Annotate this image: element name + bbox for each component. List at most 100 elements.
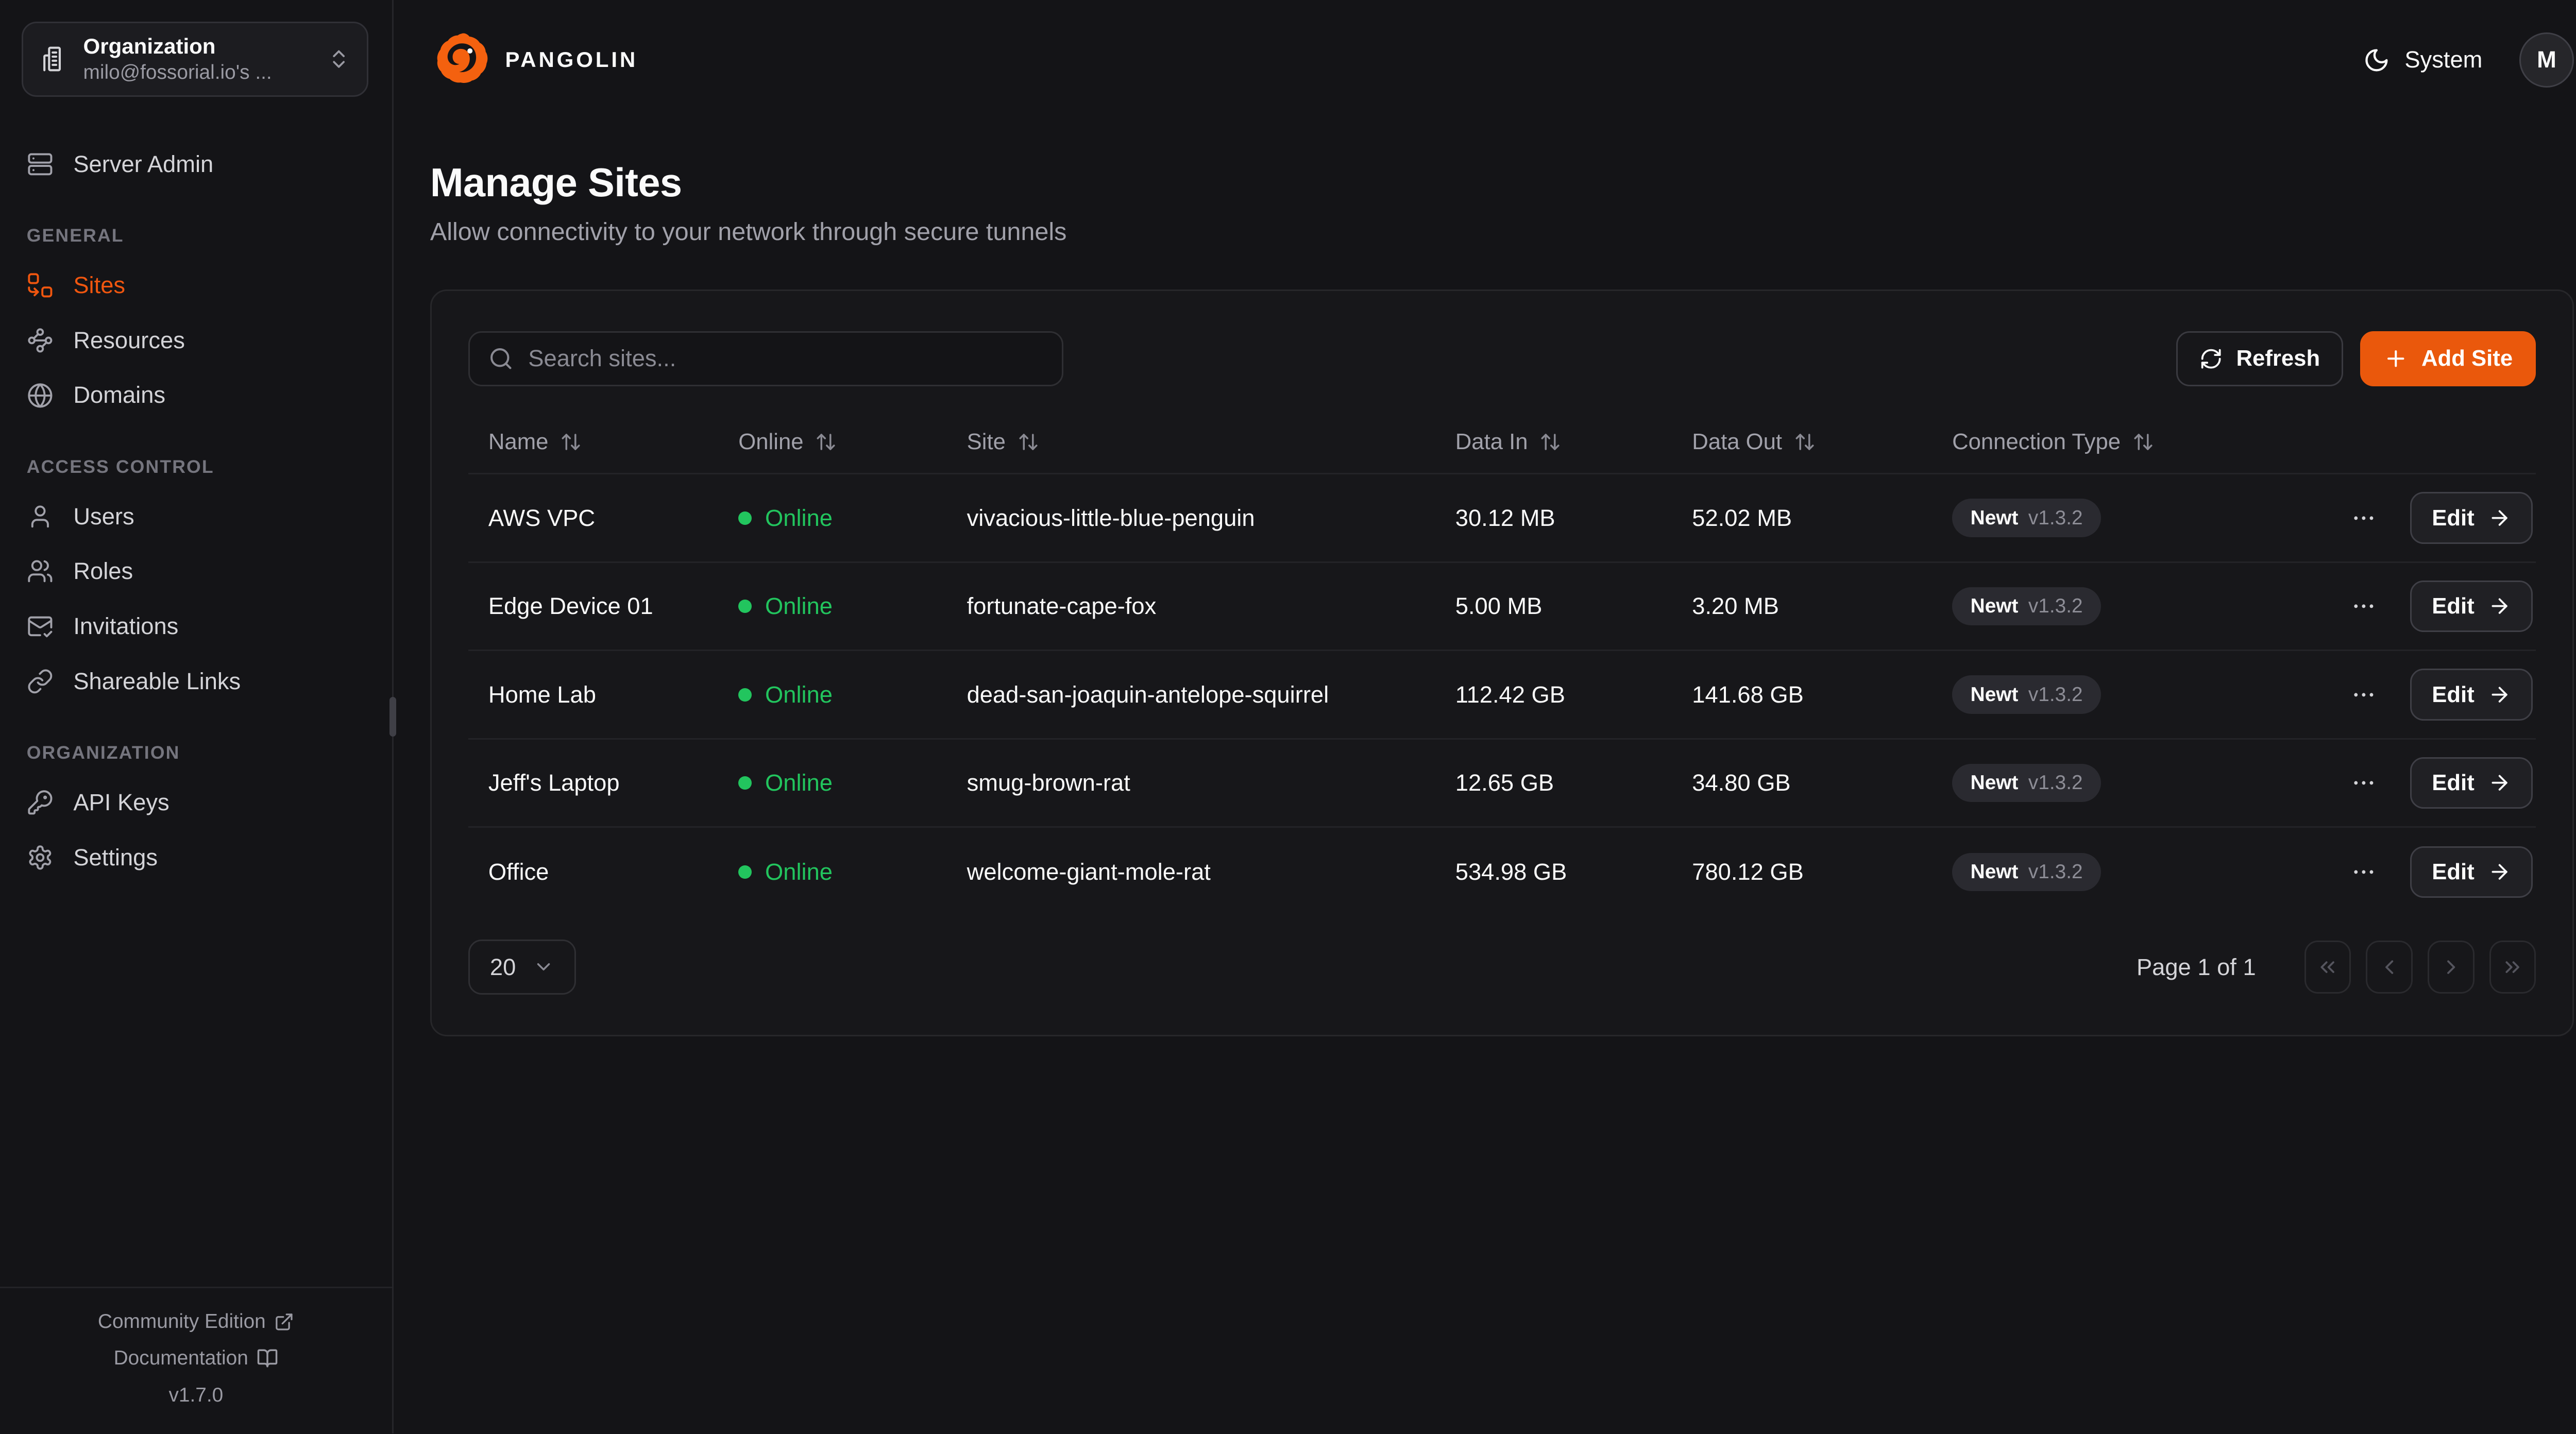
cell-data-out: 34.80 GB [1672,770,1932,796]
column-header-name[interactable]: Name [468,429,718,455]
edit-button[interactable]: Edit [2410,581,2532,632]
community-edition-link[interactable]: Community Edition [0,1304,392,1340]
edit-button[interactable]: Edit [2410,757,2532,809]
column-header-connection-type[interactable]: Connection Type [1932,429,2265,455]
connection-client: Newt [1971,684,2019,706]
sidebar-footer: Community Edition Documentation v1.7.0 [0,1287,392,1433]
cell-data-in: 30.12 MB [1435,505,1672,532]
edit-button[interactable]: Edit [2410,492,2532,543]
page-info: Page 1 of 1 [2137,954,2256,981]
sidebar-item-label: Domains [73,382,165,408]
connection-version: v1.3.2 [2028,507,2083,530]
online-status-label: Online [765,593,833,620]
online-status-dot [738,688,752,702]
sort-icon [815,431,837,453]
main-content: PANGOLIN System M Manage Sites Allow con… [394,0,2576,1433]
first-page-button[interactable] [2304,941,2351,994]
sidebar-item-settings[interactable]: Settings [13,830,379,885]
sites-table-card: Refresh Add Site Name Online [430,289,2574,1036]
pagination: Page 1 of 1 [2137,941,2536,994]
globe-icon [27,382,54,409]
documentation-link[interactable]: Documentation [0,1340,392,1377]
waypoints-icon [27,327,54,354]
row-menu-button[interactable] [2344,852,2384,892]
column-header-data-in[interactable]: Data In [1435,429,1672,455]
column-header-data-out[interactable]: Data Out [1672,429,1932,455]
online-status-label: Online [765,505,833,532]
connection-version: v1.3.2 [2028,861,2083,883]
arrow-right-icon [2488,506,2511,530]
org-selector[interactable]: Organization milo@fossorial.io's ... [22,22,368,97]
add-site-button[interactable]: Add Site [2360,331,2536,386]
cell-data-out: 3.20 MB [1672,593,1932,620]
row-menu-button[interactable] [2344,675,2384,715]
table-row: Office Online welcome-giant-mole-rat 534… [468,828,2536,916]
link-icon [27,668,54,695]
sidebar-item-invitations[interactable]: Invitations [13,599,379,654]
arrow-right-icon [2488,771,2511,794]
connection-version: v1.3.2 [2028,684,2083,706]
row-menu-button[interactable] [2344,498,2384,538]
avatar[interactable]: M [2519,32,2574,88]
sidebar-item-label: Users [73,503,134,530]
org-selector-label: Organization [83,33,312,60]
topbar: PANGOLIN System M [394,0,2576,120]
page-size-select[interactable]: 20 [468,940,575,995]
sidebar-item-api-keys[interactable]: API Keys [13,775,379,830]
cell-data-in: 5.00 MB [1435,593,1672,620]
sidebar-item-users[interactable]: Users [13,489,379,544]
cell-site: fortunate-cape-fox [947,593,1435,620]
table-row: Edge Device 01 Online fortunate-cape-fox… [468,563,2536,652]
refresh-button[interactable]: Refresh [2176,331,2343,386]
sort-icon [1539,431,1561,453]
cell-site: dead-san-joaquin-antelope-squirrel [947,681,1435,708]
connection-version: v1.3.2 [2028,595,2083,618]
ellipsis-icon [2350,593,2377,620]
column-header-site[interactable]: Site [947,429,1435,455]
cell-connection-type: Newt v1.3.2 [1932,853,2265,891]
sidebar-item-resources[interactable]: Resources [13,313,379,368]
sidebar-resize-handle[interactable] [389,697,396,737]
cell-connection-type: Newt v1.3.2 [1932,587,2265,625]
online-status-label: Online [765,859,833,885]
sidebar-item-label: Resources [73,327,185,354]
refresh-icon [2199,347,2223,370]
edit-button[interactable]: Edit [2410,669,2532,720]
online-status-dot [738,865,752,879]
cell-data-out: 141.68 GB [1672,681,1932,708]
sidebar-item-server-admin[interactable]: Server Admin [13,136,379,192]
sidebar-item-shareable-links[interactable]: Shareable Links [13,654,379,709]
arrow-right-icon [2488,860,2511,883]
sidebar-item-label: Server Admin [73,151,213,178]
brand-logo[interactable]: PANGOLIN [430,29,638,91]
connection-version: v1.3.2 [2028,772,2083,794]
last-page-button[interactable] [2489,941,2536,994]
row-menu-button[interactable] [2344,586,2384,626]
connection-client: Newt [1971,861,2019,883]
cell-site: smug-brown-rat [947,770,1435,796]
theme-toggle[interactable]: System [2363,46,2483,73]
sidebar-item-sites[interactable]: Sites [13,258,379,313]
page-size-value: 20 [490,954,516,981]
next-page-button[interactable] [2428,941,2475,994]
ellipsis-icon [2350,770,2377,796]
building-icon [40,45,68,73]
connection-badge: Newt v1.3.2 [1952,499,2101,537]
chevron-right-icon [2439,955,2463,979]
brand-name: PANGOLIN [505,47,638,72]
cell-online: Online [718,505,946,532]
sidebar-item-roles[interactable]: Roles [13,544,379,599]
section-label-organization: ORGANIZATION [27,742,379,763]
previous-page-button[interactable] [2366,941,2413,994]
cell-data-out: 52.02 MB [1672,505,1932,532]
edit-button[interactable]: Edit [2410,846,2532,898]
sidebar-item-domains[interactable]: Domains [13,368,379,423]
users-icon [27,558,54,585]
search-input[interactable] [528,345,1043,372]
column-header-online[interactable]: Online [718,429,946,455]
sidebar-item-label: API Keys [73,789,169,816]
online-status-dot [738,776,752,790]
cell-site: welcome-giant-mole-rat [947,859,1435,885]
row-menu-button[interactable] [2344,763,2384,803]
sidebar-item-label: Roles [73,558,133,585]
